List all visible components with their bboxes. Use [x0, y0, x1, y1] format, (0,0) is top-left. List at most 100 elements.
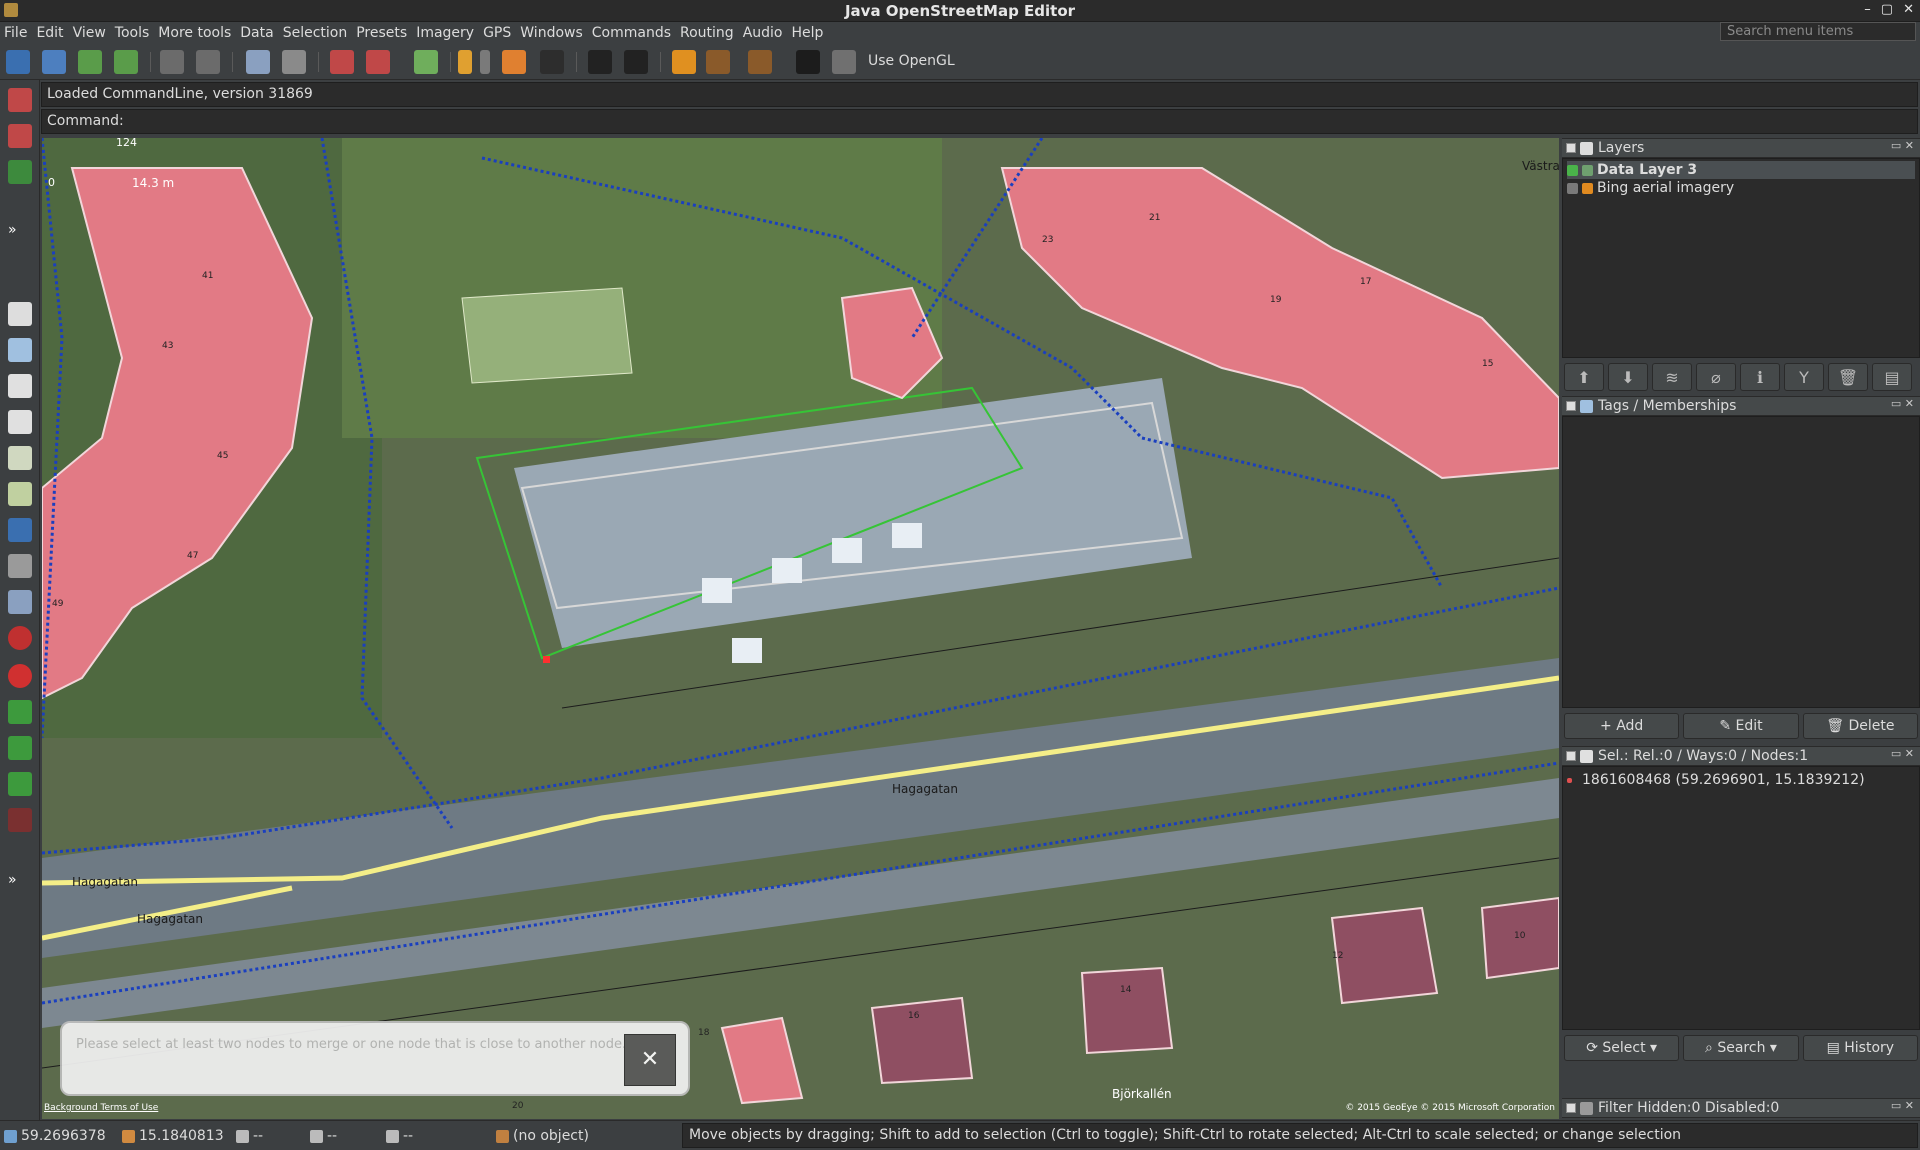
redo-icon[interactable]	[196, 50, 220, 74]
history-button[interactable]: ▤ History	[1802, 1035, 1918, 1061]
more-modes-icon[interactable]: »	[8, 222, 32, 238]
menu-help[interactable]: Help	[792, 25, 824, 41]
expand-toggle-icon[interactable]	[1566, 1103, 1576, 1113]
close-window-icon[interactable]: ✕	[1903, 2, 1914, 17]
toggle-visibility-icon[interactable]: ⌀	[1696, 363, 1736, 391]
more-dialogs-icon[interactable]: »	[8, 872, 32, 888]
zoom-icon[interactable]	[246, 50, 270, 74]
selected-node-row[interactable]: 1861608468 (59.2696901, 15.1839212)	[1567, 771, 1865, 789]
menu-file[interactable]: File	[4, 25, 27, 41]
layer-info-icon[interactable]: ℹ	[1740, 363, 1780, 391]
layers-header[interactable]: Layers ▭ ✕	[1562, 138, 1920, 158]
select-button[interactable]: ⟳ Select ▾	[1564, 1035, 1680, 1061]
new-file-icon[interactable]	[6, 50, 30, 74]
warning-icon[interactable]	[672, 50, 696, 74]
background-terms-link[interactable]: Background Terms of Use	[44, 1103, 158, 1113]
download-icon[interactable]	[78, 50, 102, 74]
opengl-icon[interactable]	[832, 50, 856, 74]
relation-icon[interactable]	[748, 50, 772, 74]
menu-audio[interactable]: Audio	[743, 25, 783, 41]
imagery-icon[interactable]	[414, 50, 438, 74]
error-icon[interactable]	[8, 626, 32, 650]
split-way-icon[interactable]	[366, 50, 390, 74]
command-stack-icon[interactable]	[8, 410, 32, 434]
select-mode-icon[interactable]	[8, 88, 32, 112]
selection-header[interactable]: Sel.: Rel.:0 / Ways:0 / Nodes:1 ▭ ✕	[1562, 746, 1920, 766]
layer-row-data-layer-3[interactable]: Data Layer 3	[1567, 161, 1915, 179]
panel-buttons-icon[interactable]: ▭ ✕	[1891, 1099, 1914, 1112]
route-b-icon[interactable]	[8, 736, 32, 760]
layers-toggle-icon[interactable]	[8, 302, 32, 326]
layer-row-bing[interactable]: Bing aerial imagery	[1567, 179, 1915, 197]
validation-icon[interactable]	[8, 518, 32, 542]
hand-pan-icon[interactable]	[540, 50, 564, 74]
merge-layer-icon[interactable]: Y	[1784, 363, 1824, 391]
collapse-toggle-icon[interactable]	[1566, 143, 1576, 153]
move-down-icon[interactable]: ⬇	[1608, 363, 1648, 391]
menu-gps[interactable]: GPS	[483, 25, 511, 41]
map-paint-icon[interactable]	[8, 482, 32, 506]
preferences-icon[interactable]	[282, 50, 306, 74]
collapse-toggle-icon[interactable]	[1566, 401, 1576, 411]
open-file-icon[interactable]	[42, 50, 66, 74]
restaurant-icon[interactable]	[706, 50, 730, 74]
tools-icon[interactable]	[502, 50, 526, 74]
tags-header[interactable]: Tags / Memberships ▭ ✕	[1562, 396, 1920, 416]
delete-tag-button[interactable]: 🗑 Delete	[1802, 713, 1918, 739]
route-a-icon[interactable]	[8, 700, 32, 724]
no-entry-icon[interactable]	[8, 664, 32, 688]
edit-tag-button[interactable]: ✎ Edit	[1683, 713, 1799, 739]
filter-header[interactable]: Filter Hidden:0 Disabled:0 ▭ ✕	[1562, 1098, 1920, 1118]
elevation-chart-icon[interactable]	[796, 50, 820, 74]
routing-x-icon[interactable]	[8, 808, 32, 832]
use-opengl-label[interactable]: Use OpenGL	[868, 53, 955, 69]
merge-notice-popup: Please select at least two nodes to merg…	[60, 1021, 690, 1096]
visibility-eye-icon[interactable]	[1567, 182, 1578, 194]
delete-layer-icon[interactable]: 🗑	[1828, 363, 1868, 391]
menu-windows[interactable]: Windows	[520, 25, 583, 41]
collapse-toggle-icon[interactable]	[1566, 751, 1576, 761]
menu-more-tools[interactable]: More tools	[158, 25, 231, 41]
menu-commands[interactable]: Commands	[592, 25, 671, 41]
maximize-icon[interactable]: ▢	[1881, 2, 1893, 17]
close-notice-button[interactable]: ✕	[624, 1034, 676, 1086]
divider-icon[interactable]	[480, 50, 490, 74]
tags-toggle-icon[interactable]	[8, 338, 32, 362]
selection-list-icon[interactable]	[8, 374, 32, 398]
route-c-icon[interactable]	[8, 772, 32, 796]
car-icon[interactable]	[588, 50, 612, 74]
layer-menu-icon[interactable]: ▤	[1872, 363, 1912, 391]
panel-buttons-icon[interactable]: ▭ ✕	[1891, 397, 1914, 410]
filter-icon[interactable]	[8, 554, 32, 578]
menu-view[interactable]: View	[73, 25, 106, 41]
menu-tools[interactable]: Tools	[115, 25, 150, 41]
command-input[interactable]: Command:	[41, 109, 1918, 134]
menu-data[interactable]: Data	[240, 25, 273, 41]
draw-nodes-icon[interactable]	[8, 124, 32, 148]
upload-icon[interactable]	[114, 50, 138, 74]
gpx-icon[interactable]	[8, 160, 32, 184]
minimize-icon[interactable]: –	[1864, 2, 1871, 17]
activate-layer-icon[interactable]: ≋	[1652, 363, 1692, 391]
menu-routing[interactable]: Routing	[680, 25, 734, 41]
menu-edit[interactable]: Edit	[36, 25, 63, 41]
car-1	[702, 578, 732, 603]
search-button[interactable]: ⌕ Search ▾	[1683, 1035, 1799, 1061]
conflict-icon[interactable]	[8, 446, 32, 470]
menu-presets[interactable]: Presets	[356, 25, 407, 41]
move-up-icon[interactable]: ⬆	[1564, 363, 1604, 391]
undo-icon[interactable]	[160, 50, 184, 74]
map-view[interactable]: Hagagatan Hagagatan Hagagatan Björkallén…	[42, 138, 1559, 1119]
menu-selection[interactable]: Selection	[283, 25, 348, 41]
menu-search-input[interactable]: Search menu items	[1720, 22, 1916, 41]
menu-imagery[interactable]: Imagery	[416, 25, 474, 41]
marker-icon[interactable]	[458, 50, 472, 74]
style-icon[interactable]	[8, 590, 32, 614]
map-canvas[interactable]: Hagagatan Hagagatan Hagagatan Björkallén…	[42, 138, 1559, 1119]
panel-buttons-icon[interactable]: ▭ ✕	[1891, 747, 1914, 760]
bus-icon[interactable]	[624, 50, 648, 74]
visible-check-icon[interactable]	[1567, 164, 1578, 176]
panel-buttons-icon[interactable]: ▭ ✕	[1891, 139, 1914, 152]
draw-way-icon[interactable]	[330, 50, 354, 74]
add-tag-button[interactable]: + Add	[1564, 713, 1680, 739]
